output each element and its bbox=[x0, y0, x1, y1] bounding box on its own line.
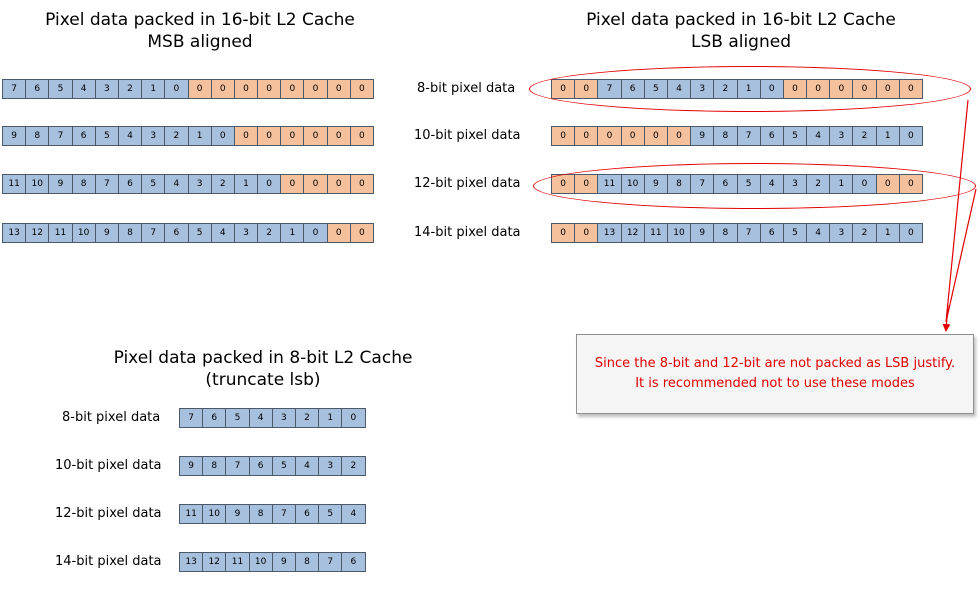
truncate-row-12bit: 11 10 9 8 7 6 5 4 bbox=[179, 504, 366, 524]
truncate-label-12bit: 12-bit pixel data bbox=[55, 506, 162, 521]
data-bit-cell: 9 bbox=[225, 504, 250, 524]
warning-note-box: Since the 8-bit and 12-bit are not packe… bbox=[576, 334, 974, 414]
data-bit-cell: 10 bbox=[248, 552, 273, 572]
data-bit-cell: 7 bbox=[225, 456, 250, 476]
data-bit-cell: 5 bbox=[225, 408, 250, 428]
truncate-label-10bit: 10-bit pixel data bbox=[55, 458, 162, 473]
data-bit-cell: 8 bbox=[202, 456, 227, 476]
data-bit-cell: 5 bbox=[271, 456, 296, 476]
data-bit-cell: 8 bbox=[294, 552, 320, 572]
data-bit-cell: 9 bbox=[179, 456, 204, 476]
data-bit-cell: 10 bbox=[202, 504, 227, 524]
data-bit-cell: 1 bbox=[318, 408, 343, 428]
data-bit-cell: 6 bbox=[202, 408, 227, 428]
data-bit-cell: 6 bbox=[294, 504, 320, 524]
data-bit-cell: 4 bbox=[248, 408, 273, 428]
data-bit-cell: 3 bbox=[271, 408, 296, 428]
data-bit-cell: 9 bbox=[271, 552, 296, 572]
data-bit-cell: 2 bbox=[294, 408, 320, 428]
truncate-row-8bit: 76543210 bbox=[179, 408, 366, 428]
data-bit-cell: 12 bbox=[202, 552, 227, 572]
data-bit-cell: 4 bbox=[341, 504, 366, 524]
data-bit-cell: 11 bbox=[225, 552, 250, 572]
truncate-row-10bit: 98765432 bbox=[179, 456, 366, 476]
data-bit-cell: 8 bbox=[248, 504, 273, 524]
data-bit-cell: 2 bbox=[341, 456, 366, 476]
truncate-row-14bit: 13 12 11 10 9 8 7 6 bbox=[179, 552, 366, 572]
data-bit-cell: 5 bbox=[318, 504, 343, 524]
data-bit-cell: 6 bbox=[248, 456, 273, 476]
data-bit-cell: 3 bbox=[318, 456, 343, 476]
data-bit-cell: 7 bbox=[318, 552, 343, 572]
note-line2: It is recommended not to use these modes bbox=[635, 376, 915, 391]
data-bit-cell: 11 bbox=[179, 504, 204, 524]
truncate-label-8bit: 8-bit pixel data bbox=[62, 410, 161, 425]
truncate-label-14bit: 14-bit pixel data bbox=[55, 554, 162, 569]
note-line1: Since the 8-bit and 12-bit are not packe… bbox=[594, 356, 956, 371]
data-bit-cell: 6 bbox=[341, 552, 366, 572]
data-bit-cell: 4 bbox=[294, 456, 320, 476]
data-bit-cell: 7 bbox=[179, 408, 204, 428]
data-bit-cell: 0 bbox=[341, 408, 366, 428]
data-bit-cell: 7 bbox=[271, 504, 296, 524]
data-bit-cell: 13 bbox=[179, 552, 204, 572]
